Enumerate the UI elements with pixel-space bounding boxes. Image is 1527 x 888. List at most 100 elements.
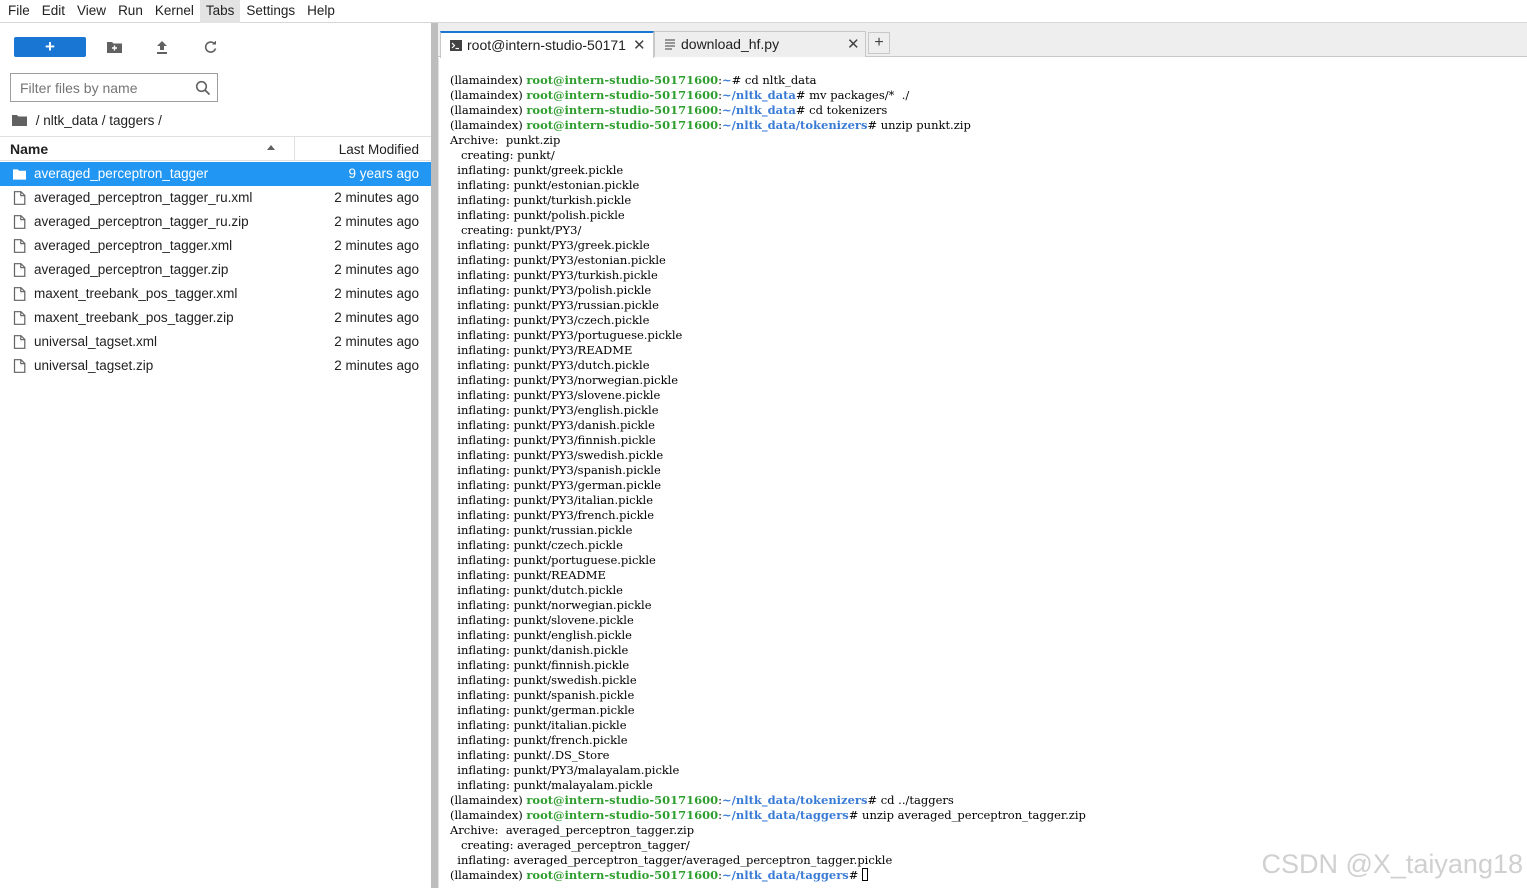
file-name: averaged_perceptron_tagger_ru.xml xyxy=(34,190,253,205)
filter-files-input[interactable] xyxy=(11,74,186,101)
output-text: inflating: punkt/dutch.pickle xyxy=(450,583,623,597)
terminal-line: inflating: punkt/PY3/german.pickle xyxy=(450,478,1086,493)
upload-icon[interactable] xyxy=(152,37,172,57)
file-row[interactable]: universal_tagset.zip 2 minutes ago xyxy=(0,354,431,378)
name-column-header[interactable]: Name xyxy=(10,141,48,157)
terminal-icon xyxy=(450,40,462,51)
refresh-icon[interactable] xyxy=(200,37,220,57)
prompt-path: ~/nltk_data xyxy=(722,103,796,117)
add-tab-button[interactable]: + xyxy=(868,32,890,54)
file-modified: 2 minutes ago xyxy=(334,262,419,277)
new-folder-icon[interactable] xyxy=(104,37,124,57)
prompt-command: # cd ../taggers xyxy=(867,793,954,807)
prompt-command: # unzip averaged_perceptron_tagger.zip xyxy=(848,808,1086,822)
panel-splitter[interactable] xyxy=(431,23,438,888)
prompt-env: (llamaindex) xyxy=(450,118,523,132)
terminal-line: (llamaindex) root@intern-studio-50171600… xyxy=(450,868,1086,883)
terminal-line: inflating: averaged_perceptron_tagger/av… xyxy=(450,853,1086,868)
output-text: inflating: punkt/PY3/malayalam.pickle xyxy=(450,763,680,777)
output-text: inflating: punkt/PY3/french.pickle xyxy=(450,508,655,522)
prompt-user-host: root@intern-studio-50171600 xyxy=(526,73,719,87)
file-name: maxent_treebank_pos_tagger.xml xyxy=(34,286,238,301)
close-tab-icon[interactable]: ✕ xyxy=(847,35,860,53)
terminal-line: (llamaindex) root@intern-studio-50171600… xyxy=(450,88,910,102)
terminal-line: inflating: punkt/german.pickle xyxy=(450,703,1086,718)
terminal-line: inflating: punkt/PY3/danish.pickle xyxy=(450,418,1086,433)
terminal-line: inflating: punkt/PY3/dutch.pickle xyxy=(450,358,1086,373)
prompt-command: # xyxy=(848,868,863,882)
menu-settings[interactable]: Settings xyxy=(240,0,301,23)
prompt-user-host: root@intern-studio-50171600 xyxy=(526,88,719,102)
menu-run[interactable]: Run xyxy=(112,0,149,23)
file-name: universal_tagset.zip xyxy=(34,358,154,373)
terminal-line: inflating: punkt/PY3/french.pickle xyxy=(450,508,1086,523)
tab-terminal[interactable]: root@intern-studio-50171 ✕ xyxy=(440,31,654,58)
filter-files-field[interactable] xyxy=(10,73,218,102)
menu-file[interactable]: File xyxy=(2,0,36,23)
terminal-line: inflating: punkt/PY3/italian.pickle xyxy=(450,493,1086,508)
terminal-line: inflating: punkt/portuguese.pickle xyxy=(450,553,1086,568)
terminal-line: inflating: punkt/finnish.pickle xyxy=(450,658,1086,673)
file-row[interactable]: averaged_perceptron_tagger_ru.zip 2 minut… xyxy=(0,210,431,234)
terminal-line: inflating: punkt/PY3/greek.pickle xyxy=(450,238,1086,253)
column-divider[interactable] xyxy=(294,137,295,161)
menu-help[interactable]: Help xyxy=(301,0,341,23)
terminal-line: inflating: punkt/turkish.pickle xyxy=(450,193,1086,208)
file-row[interactable]: averaged_perceptron_tagger.zip 2 minutes … xyxy=(0,258,431,282)
output-text: inflating: punkt/portuguese.pickle xyxy=(450,553,656,567)
output-text: inflating: punkt/english.pickle xyxy=(450,628,632,642)
terminal-line: inflating: punkt/PY3/norwegian.pickle xyxy=(450,373,1086,388)
terminal-line: creating: punkt/ xyxy=(450,148,1086,163)
output-text: inflating: punkt/PY3/slovene.pickle xyxy=(450,388,661,402)
file-row[interactable]: averaged_perceptron_tagger 9 years ago xyxy=(0,162,431,186)
output-text: inflating: punkt/norwegian.pickle xyxy=(450,598,652,612)
file-icon xyxy=(13,263,26,277)
output-text: inflating: punkt/PY3/spanish.pickle xyxy=(450,463,661,477)
tab-download-hf-py[interactable]: download_hf.py ✕ xyxy=(654,31,866,57)
folder-icon xyxy=(13,169,26,180)
file-row[interactable]: maxent_treebank_pos_tagger.xml 2 minutes … xyxy=(0,282,431,306)
close-tab-icon[interactable]: ✕ xyxy=(633,36,646,54)
terminal-line: inflating: punkt/PY3/slovene.pickle xyxy=(450,388,1086,403)
file-icon xyxy=(13,335,26,349)
last-modified-column-header[interactable]: Last Modified xyxy=(339,142,419,157)
file-icon xyxy=(13,311,26,325)
prompt-path: ~/nltk_data xyxy=(722,88,796,102)
file-row[interactable]: averaged_perceptron_tagger.xml 2 minutes … xyxy=(0,234,431,258)
terminal-line: inflating: punkt/italian.pickle xyxy=(450,718,1086,733)
terminal-line: inflating: punkt/PY3/spanish.pickle xyxy=(450,463,1086,478)
prompt-path: ~/nltk_data/tokenizers xyxy=(722,118,868,132)
menu-view[interactable]: View xyxy=(71,0,112,23)
output-text: inflating: punkt/PY3/polish.pickle xyxy=(450,283,652,297)
prompt-env: (llamaindex) xyxy=(450,808,523,822)
file-row[interactable]: universal_tagset.xml 2 minutes ago xyxy=(0,330,431,354)
menu-tabs[interactable]: Tabs xyxy=(199,0,241,23)
terminal-line: Archive: punkt.zip xyxy=(450,133,1086,148)
terminal-line: inflating: punkt/czech.pickle xyxy=(450,538,1086,553)
prompt-command: # cd tokenizers xyxy=(795,103,888,117)
breadcrumb-path[interactable]: / nltk_data / taggers / xyxy=(32,113,166,128)
file-row[interactable]: maxent_treebank_pos_tagger.zip 2 minutes … xyxy=(0,306,431,330)
terminal-line: inflating: punkt/PY3/turkish.pickle xyxy=(450,268,1086,283)
prompt-path: ~/nltk_data/taggers xyxy=(722,868,849,882)
output-text: inflating: punkt/README xyxy=(450,568,606,582)
terminal-line: inflating: punkt/PY3/english.pickle xyxy=(450,403,1086,418)
prompt-env: (llamaindex) xyxy=(450,88,523,102)
file-modified: 2 minutes ago xyxy=(334,358,419,373)
file-browser-toolbar: + xyxy=(0,23,431,69)
terminal-line: Archive: averaged_perceptron_tagger.zip xyxy=(450,823,1086,838)
terminal-line: creating: punkt/PY3/ xyxy=(450,223,1086,238)
output-text: inflating: punkt/estonian.pickle xyxy=(450,178,640,192)
file-name: averaged_perceptron_tagger.xml xyxy=(34,238,233,253)
text-file-icon xyxy=(665,39,675,50)
output-text: inflating: punkt/PY3/italian.pickle xyxy=(450,493,654,507)
file-row[interactable]: averaged_perceptron_tagger_ru.xml 2 minut… xyxy=(0,186,431,210)
new-launcher-button[interactable]: + xyxy=(14,37,86,57)
menu-kernel[interactable]: Kernel xyxy=(149,0,200,23)
home-folder-icon[interactable] xyxy=(12,114,27,126)
menu-edit[interactable]: Edit xyxy=(36,0,71,23)
file-browser: + / nltk_data / taggers / Name Last Modi… xyxy=(0,23,431,888)
terminal-panel[interactable]: (llamaindex) root@intern-studio-50171600… xyxy=(438,58,1527,888)
prompt-user-host: root@intern-studio-50171600 xyxy=(526,793,719,807)
file-modified: 9 years ago xyxy=(348,166,419,181)
